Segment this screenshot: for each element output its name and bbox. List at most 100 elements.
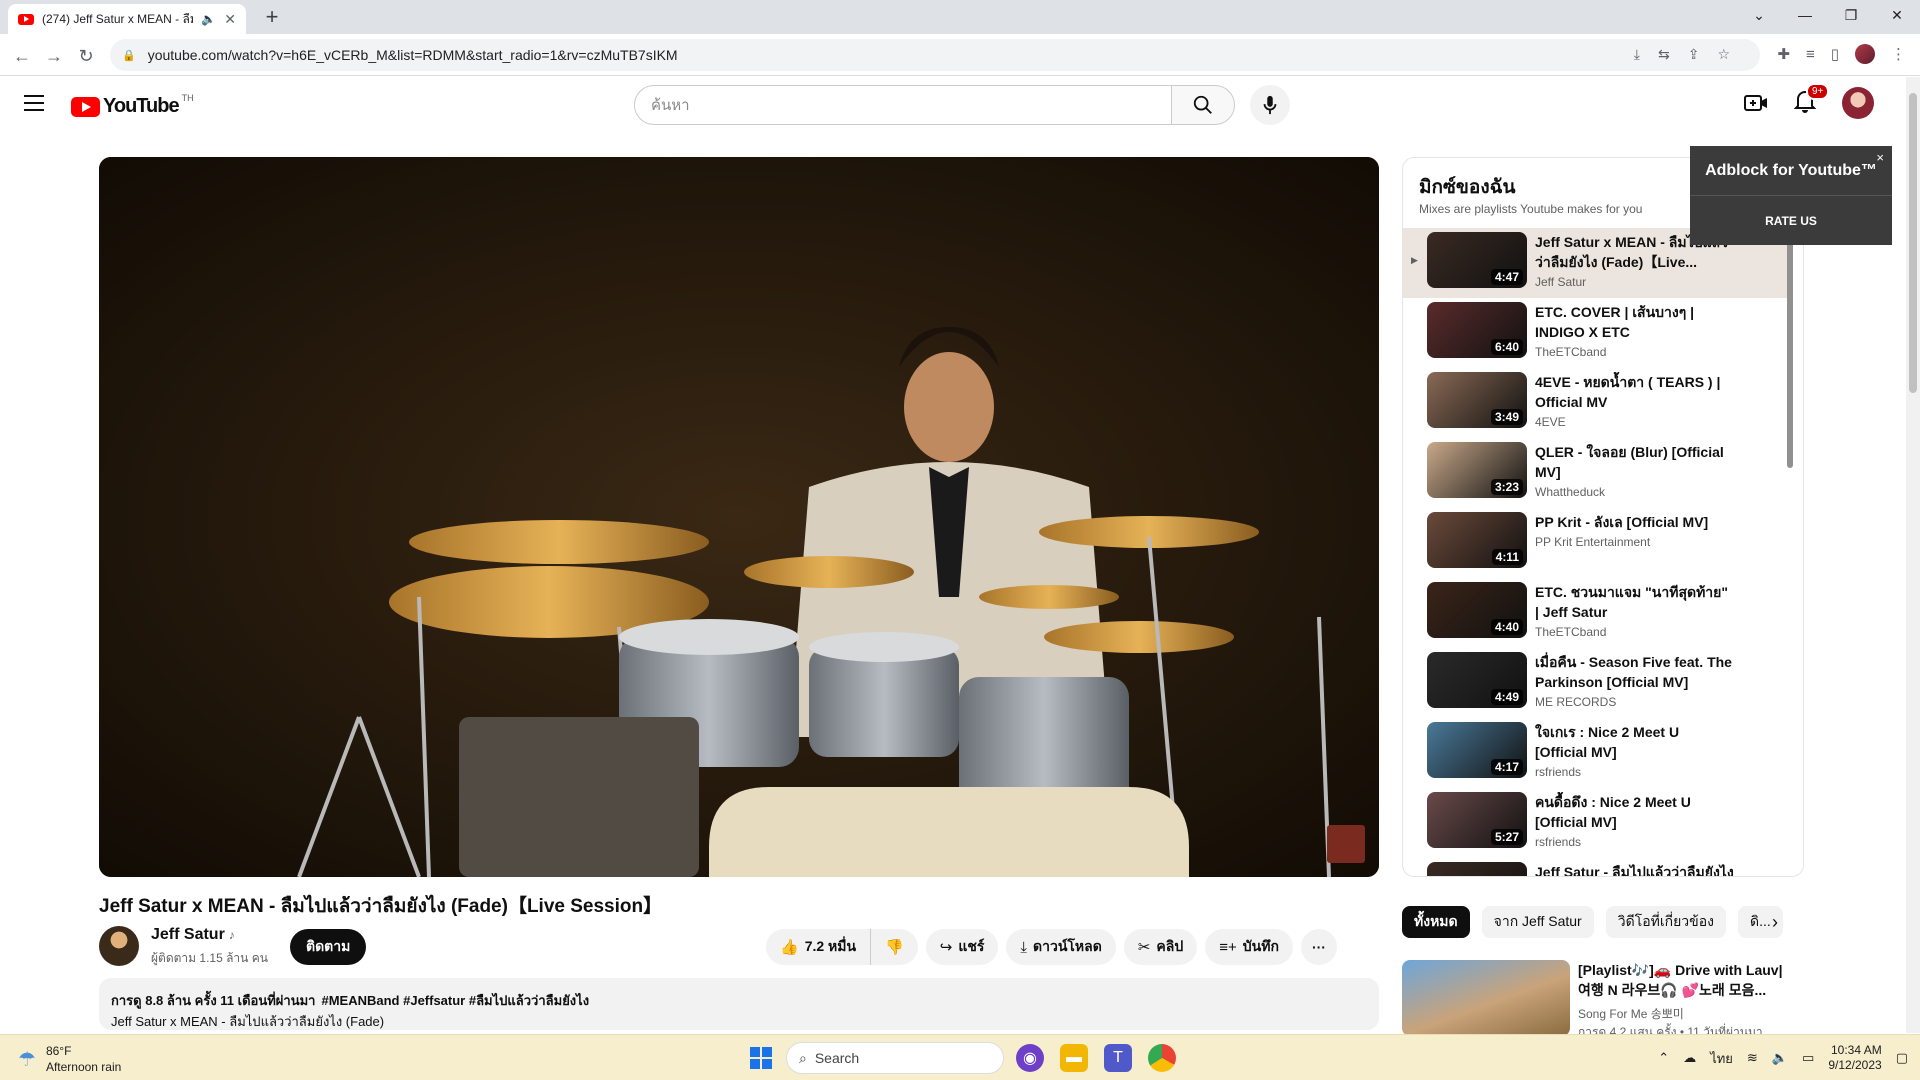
video-player[interactable] bbox=[99, 157, 1379, 877]
description-box[interactable]: การดู 8.8 ล้าน ครั้ง 11 เดือนที่ผ่านมา #M… bbox=[99, 978, 1379, 1030]
playlist-item-thumbnail[interactable]: 4:17 bbox=[1427, 722, 1527, 778]
download-icon: ⤓ bbox=[1020, 938, 1028, 956]
search-input[interactable]: ค้นหา bbox=[634, 85, 1172, 125]
browser-menu-icon[interactable]: ⋮ bbox=[1891, 45, 1906, 63]
chrome-icon[interactable] bbox=[1148, 1044, 1176, 1072]
related-video-thumbnail[interactable] bbox=[1402, 960, 1570, 1036]
save-button[interactable]: ≡+ บันทึก bbox=[1205, 929, 1293, 965]
install-app-icon[interactable]: ⤓ bbox=[1634, 46, 1640, 63]
playlist-item-thumbnail[interactable]: 3:23 bbox=[1427, 442, 1527, 498]
filter-chips: ทั้งหมด จาก Jeff Satur วิดีโอที่เกี่ยวข้อง… bbox=[1402, 906, 1783, 938]
clock[interactable]: 10:34 AM 9/12/2023 bbox=[1828, 1043, 1881, 1073]
side-panel-icon[interactable]: ▯ bbox=[1831, 45, 1839, 63]
notifications-button[interactable]: 9+ bbox=[1793, 82, 1830, 118]
chevron-right-icon[interactable]: › bbox=[1772, 912, 1778, 933]
playlist-item-thumbnail[interactable]: 3:49 bbox=[1427, 372, 1527, 428]
battery-icon[interactable]: ▭ bbox=[1802, 1050, 1814, 1066]
hashtags[interactable]: #MEANBand #Jeffsatur #ลืมไปแล้วว่าลืมยัง… bbox=[321, 993, 589, 1008]
media-queue-icon[interactable]: ≡ bbox=[1806, 46, 1815, 63]
save-label: บันทึก bbox=[1242, 938, 1279, 954]
channel-avatar[interactable] bbox=[99, 926, 139, 966]
playlist-item[interactable]: 4:17 ใจเกเร : Nice 2 Meet U [Official MV]… bbox=[1403, 718, 1789, 788]
playlist-item-thumbnail[interactable]: 4:40 bbox=[1427, 582, 1527, 638]
related-video-channel[interactable]: Song For Me 송뽀미 bbox=[1578, 1005, 1684, 1022]
speaker-icon[interactable]: 🔈 bbox=[201, 12, 216, 26]
hamburger-menu-icon[interactable] bbox=[24, 95, 44, 116]
playlist-item-thumbnail[interactable] bbox=[1427, 862, 1527, 876]
notification-badge: 9+ bbox=[1806, 82, 1830, 100]
create-video-icon[interactable] bbox=[1744, 93, 1768, 113]
playlist-item-thumbnail[interactable]: 4:47 bbox=[1427, 232, 1527, 288]
close-window-button[interactable]: ✕ bbox=[1874, 0, 1920, 30]
share-page-icon[interactable]: ⇪ bbox=[1688, 46, 1700, 63]
reload-icon[interactable]: ↻ bbox=[74, 44, 98, 68]
playlist-item-thumbnail[interactable]: 4:11 bbox=[1427, 512, 1527, 568]
dislike-button[interactable]: 👎 bbox=[871, 929, 918, 965]
playlist-item-thumbnail[interactable]: 4:49 bbox=[1427, 652, 1527, 708]
wifi-icon[interactable]: ≋ bbox=[1747, 1050, 1758, 1066]
rate-us-button[interactable]: RATE US bbox=[1690, 197, 1892, 245]
minimize-button[interactable]: — bbox=[1782, 0, 1828, 30]
profile-avatar-icon[interactable] bbox=[1855, 44, 1875, 64]
related-video-title[interactable]: [Playlist🎶]🚗 Drive with Lauv| 여행 N 라우브🎧 … bbox=[1578, 960, 1788, 1000]
playlist-item-thumbnail[interactable]: 5:27 bbox=[1427, 792, 1527, 848]
onedrive-cloud-icon[interactable]: ☁ bbox=[1683, 1050, 1696, 1066]
share-button[interactable]: ↪ แชร์ bbox=[925, 929, 999, 965]
subscribe-button[interactable]: ติดตาม bbox=[290, 929, 367, 965]
playlist-item[interactable]: Jeff Satur - ลืมไปแล้วว่าลืมยังไง bbox=[1403, 858, 1789, 876]
notification-center-icon[interactable]: ▢ bbox=[1896, 1050, 1908, 1066]
volume-icon[interactable]: 🔈 bbox=[1772, 1050, 1788, 1066]
input-language[interactable]: ไทย bbox=[1710, 1048, 1733, 1069]
tab-search-icon[interactable]: ⌄ bbox=[1736, 0, 1782, 30]
youtube-logo[interactable]: YouTube TH bbox=[71, 92, 194, 118]
filter-chip[interactable]: ทั้งหมด bbox=[1402, 906, 1470, 938]
playlist-item-title: 4EVE - หยดน้ำตา ( TEARS ) | Official MV bbox=[1535, 374, 1721, 410]
windows-start-icon[interactable] bbox=[750, 1047, 772, 1069]
playlist-scrollbar[interactable] bbox=[1787, 238, 1793, 468]
channel-watermark[interactable] bbox=[1327, 825, 1365, 863]
like-button[interactable]: 👍 7.2 หมื่น bbox=[766, 929, 872, 965]
playlist-item-duration: 4:17 bbox=[1490, 759, 1523, 775]
translate-icon[interactable]: ⇆ bbox=[1658, 46, 1670, 63]
lock-icon: 🔒 bbox=[122, 49, 136, 62]
playlist-item[interactable]: 4:40 ETC. ชวนมาแจม "นาทีสุดท้าย" | Jeff S… bbox=[1403, 578, 1789, 648]
scrollbar-thumb[interactable] bbox=[1909, 93, 1917, 393]
github-desktop-icon[interactable]: ◉ bbox=[1016, 1044, 1044, 1072]
search-button[interactable] bbox=[1171, 85, 1235, 125]
restore-button[interactable]: ❐ bbox=[1828, 0, 1874, 30]
new-tab-button[interactable]: + bbox=[260, 4, 284, 30]
taskbar-search[interactable]: ⌕ Search bbox=[786, 1042, 1004, 1074]
more-actions-button[interactable]: ··· bbox=[1300, 929, 1337, 965]
channel-name[interactable]: Jeff Satur ♪ bbox=[151, 926, 235, 944]
page-scrollbar[interactable] bbox=[1906, 77, 1920, 1033]
filter-chip[interactable]: วิดีโอที่เกี่ยวข้อง bbox=[1605, 906, 1726, 938]
video-frame-drummer bbox=[99, 157, 1379, 877]
playlist-item[interactable]: 3:23 QLER - ใจลอย (Blur) [Official MV] Wha… bbox=[1403, 438, 1789, 508]
teams-icon[interactable]: T bbox=[1104, 1044, 1132, 1072]
playlist-item[interactable]: 4:11 PP Krit - ลังเล [Official MV] PP Krit… bbox=[1403, 508, 1789, 578]
account-avatar[interactable] bbox=[1842, 87, 1874, 119]
playlist-item-thumbnail[interactable]: 6:40 bbox=[1427, 302, 1527, 358]
bookmark-star-icon[interactable]: ☆ bbox=[1717, 46, 1730, 63]
url-field[interactable]: 🔒 youtube.com/watch?v=h6E_vCERb_M&list=R… bbox=[110, 39, 1760, 71]
taskbar-search-label: Search bbox=[814, 1050, 860, 1066]
logo-country: TH bbox=[181, 92, 194, 103]
adblock-close-icon[interactable]: × bbox=[1876, 150, 1884, 165]
close-tab-icon[interactable]: ✕ bbox=[224, 11, 236, 28]
file-explorer-icon[interactable]: ▬ bbox=[1060, 1044, 1088, 1072]
playlist-item[interactable]: 6:40 ETC. COVER | เส้นบางๆ | INDIGO X ETC… bbox=[1403, 298, 1789, 368]
back-arrow-icon[interactable]: ← bbox=[10, 44, 34, 68]
download-button[interactable]: ⤓ ดาวน์โหลด bbox=[1006, 929, 1116, 965]
forward-arrow-icon[interactable]: → bbox=[42, 44, 66, 68]
browser-tab[interactable]: (274) Jeff Satur x MEAN - ลืมไ 🔈 ✕ bbox=[8, 4, 246, 34]
weather-widget[interactable]: ☂ 86°F Afternoon rain bbox=[18, 1043, 121, 1075]
windows-taskbar: ☂ 86°F Afternoon rain ⌕ Search ◉ ▬ T ⌃ ☁ ไ… bbox=[0, 1034, 1920, 1080]
clip-button[interactable]: ✂ คลิป bbox=[1123, 929, 1198, 965]
filter-chip[interactable]: จาก Jeff Satur bbox=[1481, 906, 1594, 938]
chevron-up-icon[interactable]: ⌃ bbox=[1658, 1050, 1669, 1066]
playlist-item[interactable]: 4:49 เมื่อคืน - Season Five feat. The Par… bbox=[1403, 648, 1789, 718]
playlist-item[interactable]: 5:27 คนดื้อดึง : Nice 2 Meet U [Official … bbox=[1403, 788, 1789, 858]
playlist-item[interactable]: 3:49 4EVE - หยดน้ำตา ( TEARS ) | Official… bbox=[1403, 368, 1789, 438]
voice-search-button[interactable] bbox=[1250, 85, 1290, 125]
extensions-puzzle-icon[interactable]: ✚ bbox=[1777, 45, 1790, 63]
